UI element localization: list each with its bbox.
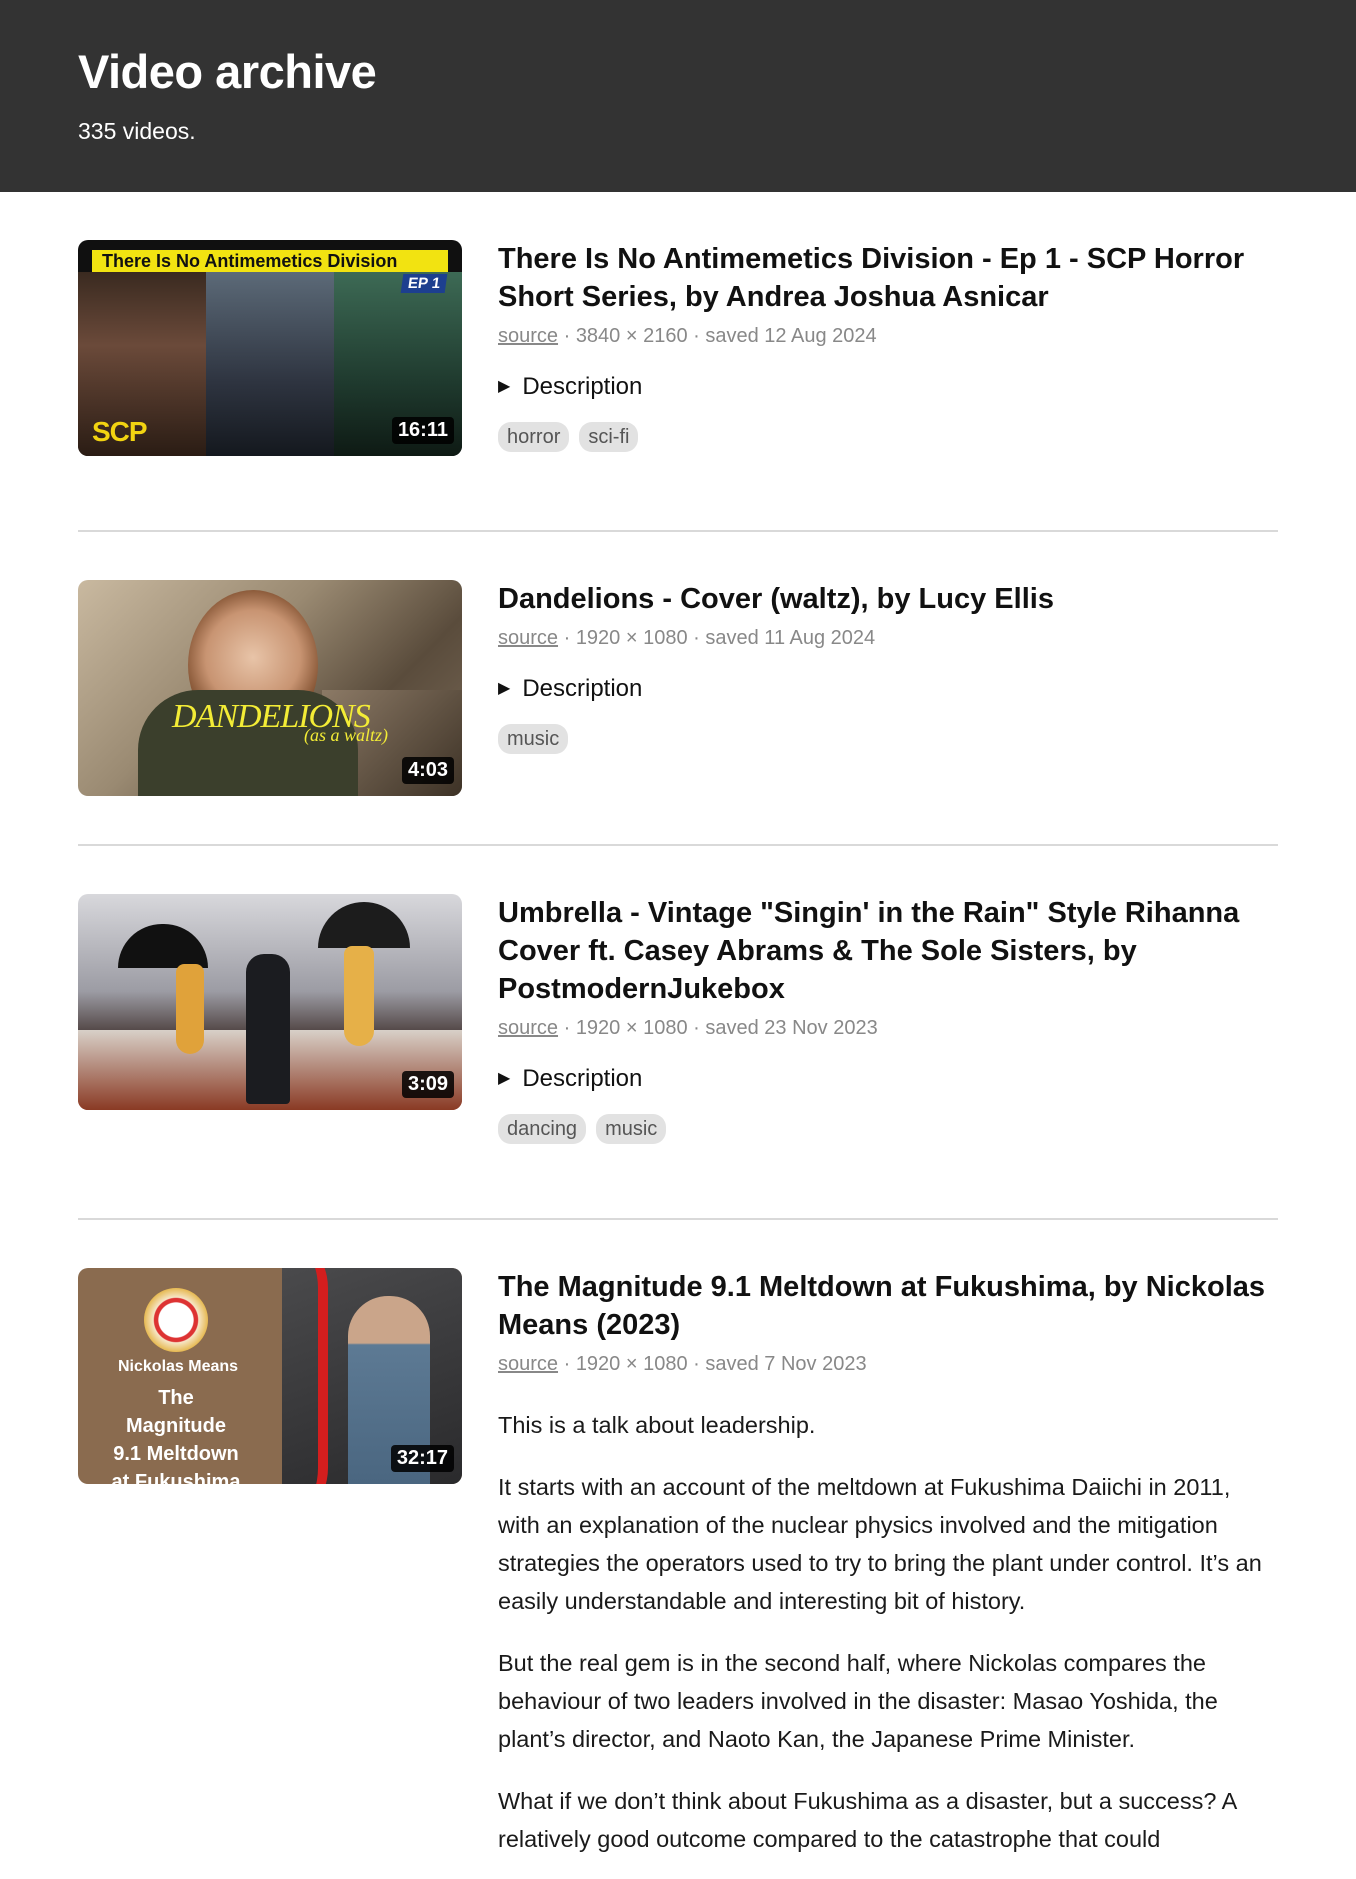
page-header: Video archive 335 videos. [0, 0, 1356, 192]
description-paragraph: This is a talk about leadership. [498, 1412, 816, 1438]
meta-separator: · [693, 1353, 706, 1375]
disclosure-triangle-icon: ▶ [498, 680, 511, 697]
tag-list: music [498, 724, 1278, 754]
duration-badge: 16:11 [391, 417, 454, 444]
thumbnail-title-text: The Magnitude 9.1 Meltdown at Fukushima [108, 1384, 244, 1484]
video-info: The Magnitude 9.1 Meltdown at Fukushima,… [498, 1268, 1278, 1858]
video-resolution: 1920 × 1080 [575, 627, 688, 649]
description-toggle[interactable]: ▶ Description [498, 674, 1278, 704]
thumbnail-panel [206, 272, 334, 456]
saved-date: saved 23 Nov 2023 [705, 1017, 878, 1039]
thumbnail-episode-badge: EP 1 [400, 274, 448, 293]
video-thumbnail[interactable]: DANDELIONS (as a waltz) 4:03 [78, 580, 462, 796]
disclosure-triangle-icon: ▶ [498, 1070, 511, 1087]
video-entry: 3:09 Umbrella - Vintage "Singin' in the … [78, 846, 1278, 1220]
video-count: 335 videos. [78, 118, 196, 144]
video-resolution: 3840 × 2160 [575, 325, 688, 347]
scp-logo: SCP [92, 416, 148, 447]
thumbnail-speaker-name: Nickolas Means [118, 1358, 239, 1375]
source-link[interactable]: source [498, 325, 558, 347]
saved-date: saved 11 Aug 2024 [705, 627, 876, 649]
saved-date: saved 12 Aug 2024 [705, 325, 877, 347]
meta-separator: · [693, 627, 706, 649]
thumbnail-title-line: The Magnitude [126, 1387, 226, 1437]
video-title: The Magnitude 9.1 Meltdown at Fukushima,… [498, 1271, 1266, 1341]
conference-logo-icon [144, 1288, 208, 1352]
tag[interactable]: dancing [498, 1114, 587, 1144]
video-resolution: 1920 × 1080 [575, 1017, 688, 1039]
description-label: Description [522, 373, 643, 400]
tag-list: dancing music [498, 1114, 1278, 1144]
meta-separator: · [563, 1353, 576, 1375]
tag-list: horror sci-fi [498, 422, 1278, 452]
source-link[interactable]: source [498, 627, 558, 649]
video-meta: source · 1920 × 1080 · saved 23 Nov 2023 [498, 1014, 1278, 1042]
thumbnail-title-line: 9.1 Meltdown [113, 1443, 239, 1465]
duration-badge: 4:03 [401, 757, 454, 784]
video-meta: source · 1920 × 1080 · saved 7 Nov 2023 [498, 1350, 1278, 1378]
meta-separator: · [693, 325, 706, 347]
tag[interactable]: horror [498, 422, 570, 452]
meta-separator: · [563, 325, 576, 347]
duration-badge: 32:17 [390, 1445, 454, 1472]
disclosure-triangle-icon: ▶ [498, 378, 511, 395]
video-list: There Is No Antimemetics Division EP 1 S… [0, 192, 1356, 1879]
meta-separator: · [693, 1017, 706, 1039]
thumbnail-figure [246, 954, 290, 1104]
video-entry: DANDELIONS (as a waltz) 4:03 Dandelions … [78, 532, 1278, 846]
description-toggle[interactable]: ▶ Description [498, 372, 1278, 402]
description-paragraph: But the real gem is in the second half, … [498, 1650, 1218, 1752]
video-info: Dandelions - Cover (waltz), by Lucy Elli… [498, 580, 1278, 796]
video-meta: source · 1920 × 1080 · saved 11 Aug 2024 [498, 624, 1278, 652]
video-thumbnail[interactable]: Nickolas Means The Magnitude 9.1 Meltdow… [78, 1268, 462, 1484]
tag[interactable]: music [498, 724, 569, 754]
thumbnail-title-line: at Fukushima [111, 1471, 241, 1484]
video-thumbnail[interactable]: 3:09 [78, 894, 462, 1110]
video-entry: There Is No Antimemetics Division EP 1 S… [78, 192, 1278, 532]
video-resolution: 1920 × 1080 [575, 1353, 688, 1375]
page-title: Video archive [78, 45, 377, 98]
thumbnail-banner-text: There Is No Antimemetics Division [102, 251, 398, 271]
video-title: There Is No Antimemetics Division - Ep 1… [498, 243, 1245, 313]
video-info: Umbrella - Vintage "Singin' in the Rain"… [498, 894, 1278, 1144]
tag[interactable]: music [596, 1114, 667, 1144]
video-info: There Is No Antimemetics Division - Ep 1… [498, 240, 1278, 456]
description-toggle[interactable]: ▶ Description [498, 1064, 1278, 1094]
thumbnail-red-curve [268, 1268, 328, 1484]
meta-separator: · [563, 627, 576, 649]
video-meta: source · 3840 × 2160 · saved 12 Aug 2024 [498, 322, 1278, 350]
thumbnail-figure [176, 964, 204, 1054]
thumbnail-subtitle-text: (as a waltz) [304, 725, 389, 745]
source-link[interactable]: source [498, 1353, 558, 1375]
video-thumbnail[interactable]: There Is No Antimemetics Division EP 1 S… [78, 240, 462, 456]
description-paragraph: What if we don’t think about Fukushima a… [498, 1788, 1237, 1852]
meta-separator: · [563, 1017, 576, 1039]
saved-date: saved 7 Nov 2023 [705, 1353, 867, 1375]
tag[interactable]: sci-fi [579, 422, 639, 452]
description-paragraph: It starts with an account of the meltdow… [498, 1474, 1262, 1614]
video-title: Umbrella - Vintage "Singin' in the Rain"… [498, 897, 1240, 1005]
video-description: This is a talk about leadership. It star… [498, 1406, 1278, 1858]
umbrella-shape [118, 924, 208, 968]
duration-badge: 3:09 [401, 1071, 454, 1098]
source-link[interactable]: source [498, 1017, 558, 1039]
description-label: Description [522, 675, 643, 702]
umbrella-shape [318, 902, 410, 948]
thumbnail-figure [344, 946, 374, 1046]
video-title: Dandelions - Cover (waltz), by Lucy Elli… [498, 583, 1054, 615]
video-entry: Nickolas Means The Magnitude 9.1 Meltdow… [78, 1220, 1278, 1879]
description-label: Description [522, 1065, 643, 1092]
